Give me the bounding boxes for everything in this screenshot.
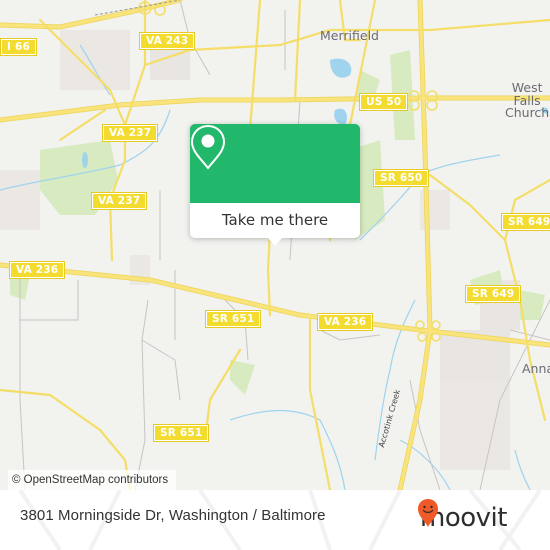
road-shield-sr649-north: SR 649 [500, 213, 550, 231]
map-pin-icon [190, 124, 226, 170]
take-me-there-button[interactable]: Take me there [190, 203, 360, 238]
road-shield-va243: VA 243 [138, 32, 196, 50]
destination-popup: Take me there [190, 124, 360, 246]
moovit-logo[interactable]: moovit [417, 498, 507, 538]
moovit-pin-icon [418, 499, 438, 527]
road-shield-sr650: SR 650 [372, 169, 430, 187]
footer-bar: 3801 Morningside Dr, Washington / Baltim… [0, 490, 550, 550]
road-shield-va237-south: VA 237 [90, 192, 148, 210]
map-attribution[interactable]: © OpenStreetMap contributors [8, 470, 177, 490]
place-label-west-falls-church: West Falls Church [505, 80, 550, 120]
road-shield-us50: US 50 [358, 93, 409, 111]
road-shield-sr651-north: SR 651 [204, 310, 262, 328]
road-shield-va236-east: VA 236 [316, 313, 374, 331]
popup-pointer [267, 237, 283, 246]
place-label-annandale: Anna [522, 361, 550, 376]
address-text: 3801 Morningside Dr, Washington / Baltim… [20, 507, 326, 524]
road-shield-va237-north: VA 237 [101, 124, 159, 142]
popup-header [190, 124, 360, 203]
place-label-merrifield: Merrifield [320, 28, 379, 43]
road-shield-sr651-south: SR 651 [152, 424, 210, 442]
road-shield-sr649-south: SR 649 [464, 285, 522, 303]
road-shield-i66: I 66 [0, 38, 37, 56]
road-shield-va236-west: VA 236 [8, 261, 66, 279]
map[interactable]: I 66 VA 243 US 50 VA 237 VA 237 SR 650 S… [0, 0, 550, 490]
